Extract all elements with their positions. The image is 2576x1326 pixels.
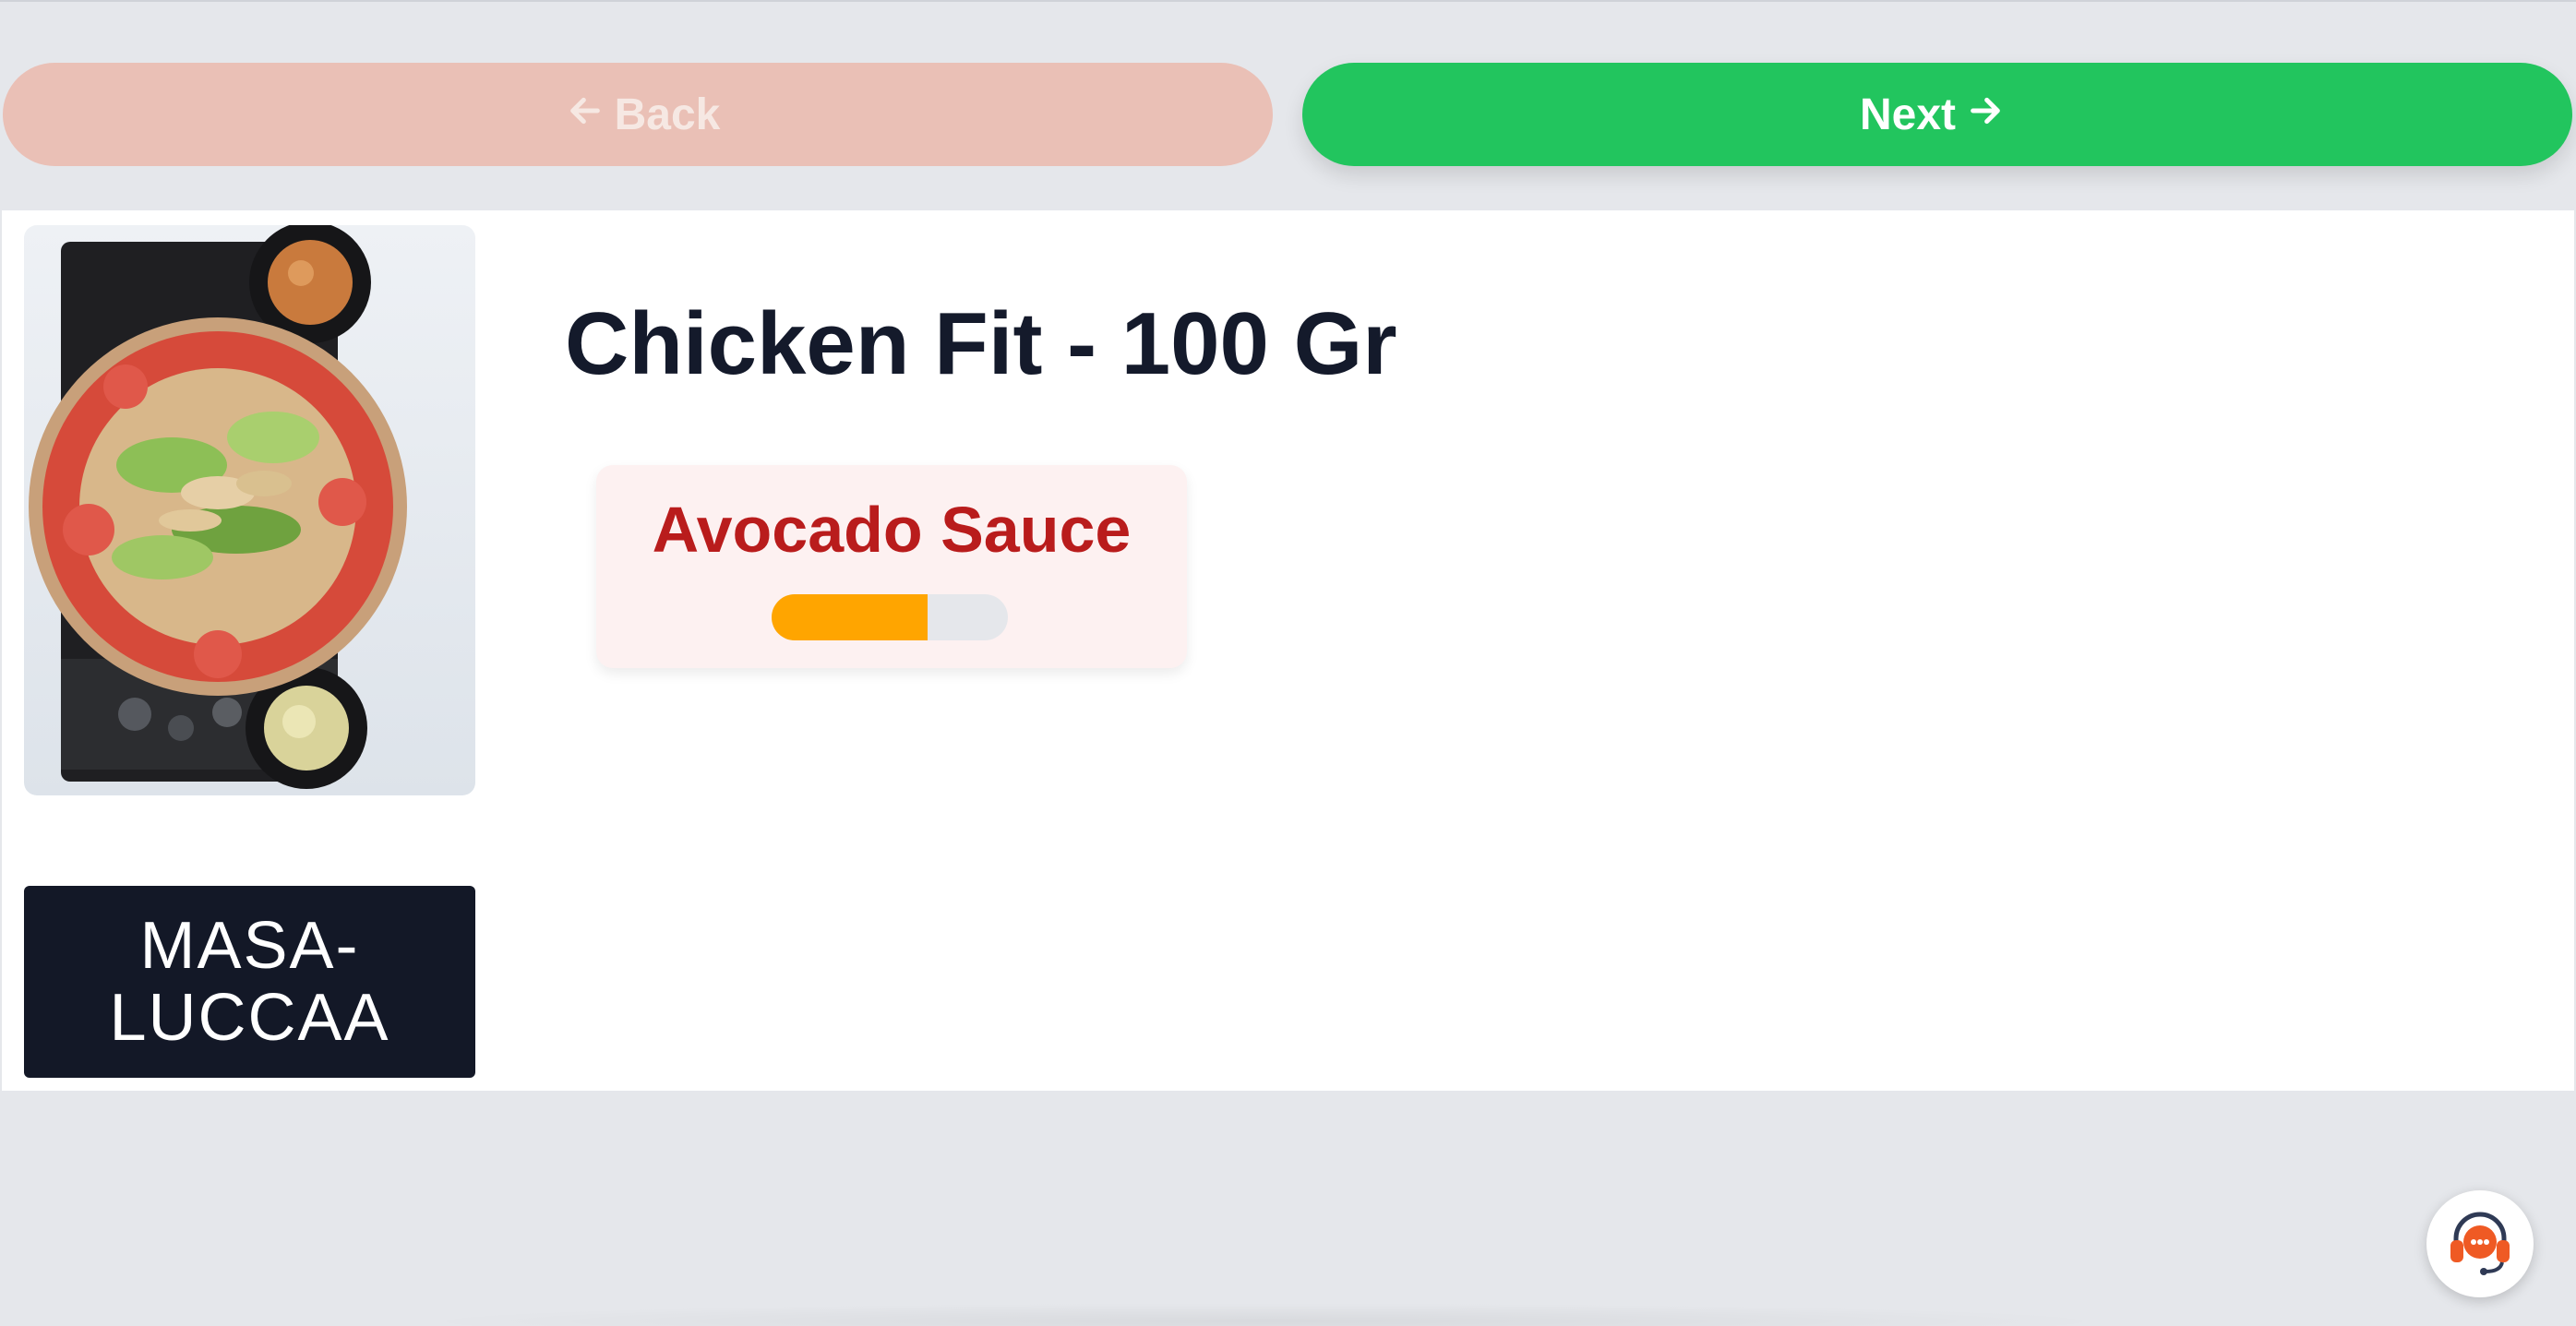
- back-button[interactable]: Back: [3, 63, 1273, 166]
- option-progress-fill: [772, 594, 928, 640]
- arrow-left-icon: [567, 90, 604, 140]
- option-name: Avocado Sauce: [652, 494, 1132, 566]
- navigation-bar: Back Next: [0, 2, 2576, 210]
- salad-bowl-image: [29, 225, 407, 789]
- product-title: Chicken Fit - 100 Gr: [565, 294, 1397, 393]
- arrow-right-icon: [1967, 90, 2004, 140]
- back-button-label: Back: [614, 90, 721, 139]
- page: Back Next Chicken Fit - 100 Gr Avocado S…: [0, 0, 2576, 1326]
- product-panel: Chicken Fit - 100 Gr Avocado Sauce MASA-…: [2, 210, 2574, 1091]
- option-card[interactable]: Avocado Sauce: [596, 465, 1187, 668]
- next-button-label: Next: [1859, 90, 1957, 139]
- product-image: [24, 225, 475, 795]
- brand-line-1: MASA-: [139, 909, 360, 983]
- support-chat-button[interactable]: [2426, 1190, 2534, 1297]
- option-progress-bar: [772, 594, 1008, 640]
- headset-support-icon: [2443, 1205, 2517, 1284]
- brand-logo: MASA- LUCCAA: [24, 886, 475, 1078]
- next-button[interactable]: Next: [1302, 63, 2572, 166]
- bottom-shadow: [406, 1303, 2123, 1326]
- brand-line-2: LUCCAA: [109, 981, 390, 1055]
